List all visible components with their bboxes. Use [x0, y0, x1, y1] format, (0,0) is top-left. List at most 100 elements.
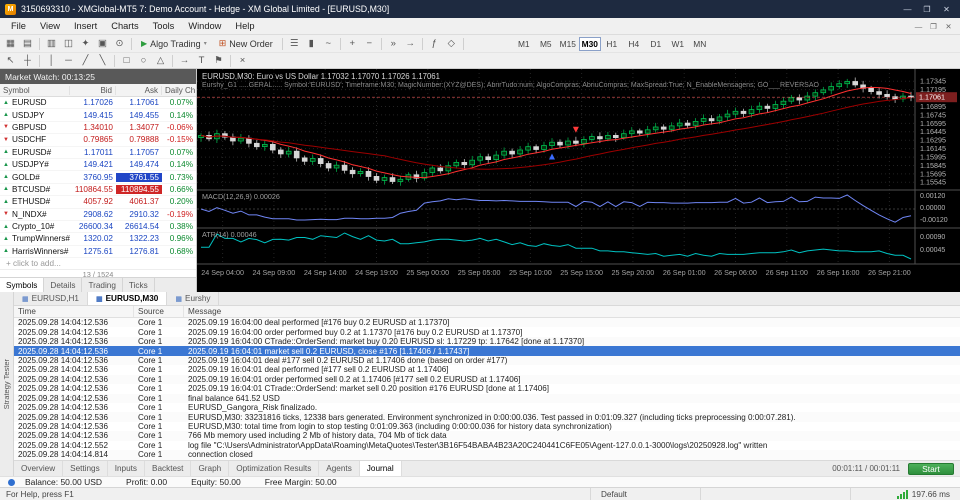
new-order-button[interactable]: ⊞ New Order: [213, 36, 279, 51]
journal-row[interactable]: 2025.09.28 14:04:12.536 Core 1 2025.09.1…: [14, 318, 960, 328]
auto-scroll-icon[interactable]: »: [385, 37, 402, 51]
timeframe-button[interactable]: D1: [645, 37, 667, 51]
objects-list-icon[interactable]: ◇: [443, 37, 460, 51]
timeframe-button[interactable]: M5: [535, 37, 557, 51]
toolbox-chart-tab[interactable]: ▦ Eurshy: [167, 292, 220, 305]
chart-shift-icon[interactable]: →: [402, 37, 419, 51]
triangle-icon[interactable]: △: [152, 54, 169, 68]
rectangle-icon[interactable]: □: [118, 54, 135, 68]
timeframe-button[interactable]: W1: [667, 37, 689, 51]
journal-row[interactable]: 2025.09.28 14:04:12.536 Core 1 766 Mb me…: [14, 431, 960, 441]
connection-status[interactable]: 197.66 ms: [850, 488, 960, 500]
market-watch-tab[interactable]: Trading: [82, 278, 123, 292]
flag-icon[interactable]: ⚑: [210, 54, 227, 68]
col-ask[interactable]: Ask: [116, 85, 162, 95]
profiles-icon[interactable]: ▤: [19, 37, 36, 51]
journal-row[interactable]: 2025.09.28 14:04:12.536 Core 1 2025.09.1…: [14, 355, 960, 366]
timeframe-button[interactable]: H4: [623, 37, 645, 51]
journal-row[interactable]: 2025.09.28 14:04:14.814 Core 1 connectio…: [14, 450, 960, 460]
toolbar-icon[interactable]: [230, 54, 231, 67]
chart-restore-button[interactable]: ❐: [926, 22, 941, 31]
toolbar-icon[interactable]: [39, 54, 40, 67]
journal-row[interactable]: 2025.09.28 14:04:12.536 Core 1 EURUSD_Ga…: [14, 403, 960, 412]
tester-bottom-tab[interactable]: Inputs: [108, 461, 146, 476]
menu-item[interactable]: Charts: [104, 21, 145, 31]
zoom-in-icon[interactable]: +: [344, 37, 361, 51]
toolbox-chart-tab[interactable]: ▦ EURUSD,H1: [14, 292, 88, 305]
toolbar-icon[interactable]: [339, 37, 341, 50]
journal-row[interactable]: 2025.09.28 14:04:12.536 Core 1 final bal…: [14, 393, 960, 403]
journal-row[interactable]: 2025.09.28 14:04:12.536 Core 1 2025.09.1…: [14, 327, 960, 337]
journal-row[interactable]: 2025.09.28 14:04:12.552 Core 1 log file …: [14, 441, 960, 450]
market-watch-toggle-icon[interactable]: ▥: [43, 37, 60, 51]
market-watch-row[interactable]: USDCHF 0.79865 0.79888 -0.15%: [0, 134, 196, 147]
price-chart[interactable]: 24 Sep 04:00 24 Sep 09:00 24 Sep 14:00 24 S…: [197, 69, 960, 292]
market-watch-row[interactable]: EURUSD 1.17026 1.17061 0.07%: [0, 97, 196, 110]
menu-item[interactable]: File: [4, 21, 33, 31]
line-chart-icon[interactable]: ~: [320, 37, 337, 51]
col-source[interactable]: Source: [134, 306, 184, 317]
vertical-line-icon[interactable]: │: [43, 54, 60, 68]
menu-item[interactable]: View: [33, 21, 67, 31]
chart-close-button[interactable]: ✕: [941, 22, 956, 31]
toolbar-icon[interactable]: [462, 37, 464, 50]
market-watch-row[interactable]: USDJPY 149.415 149.455 0.14%: [0, 109, 196, 122]
market-watch-row[interactable]: GBPUSD 1.34010 1.34077 -0.06%: [0, 122, 196, 135]
toolbox-toggle-icon[interactable]: ▣: [94, 37, 111, 51]
menu-item[interactable]: Insert: [67, 21, 104, 31]
toolbox-chart-tab[interactable]: ▦ EURUSD,M30: [87, 292, 168, 305]
tester-bottom-tab[interactable]: Backtest: [145, 461, 192, 476]
tester-bottom-tab[interactable]: Graph: [191, 461, 230, 476]
journal-row[interactable]: 2025.09.28 14:04:12.536 Core 1 2025.09.1…: [14, 374, 960, 385]
col-message[interactable]: Message: [184, 306, 960, 317]
add-symbol-row[interactable]: + click to add...: [0, 258, 196, 269]
toolbar-icon[interactable]: [281, 37, 283, 50]
arrow-object-icon[interactable]: →: [176, 54, 193, 68]
cursor-icon[interactable]: ↖: [2, 54, 19, 68]
journal-row[interactable]: 2025.09.28 14:04:12.536 Core 1 2025.09.1…: [14, 365, 960, 374]
minimize-button[interactable]: —: [899, 5, 916, 14]
trendline-icon[interactable]: ╱: [77, 54, 94, 68]
toolbar-icon[interactable]: [421, 37, 423, 50]
market-watch-tab[interactable]: Details: [44, 278, 83, 292]
navigator-icon[interactable]: ✦: [77, 37, 94, 51]
tester-bottom-tab[interactable]: Optimization Results: [229, 461, 320, 476]
timeframe-button[interactable]: H1: [601, 37, 623, 51]
toolbar-icon[interactable]: [131, 37, 132, 50]
text-object-icon[interactable]: T: [193, 54, 210, 68]
delete-objects-icon[interactable]: ×: [234, 54, 251, 68]
channel-icon[interactable]: ╲: [94, 54, 111, 68]
toolbar-icon[interactable]: [114, 54, 115, 67]
menu-item[interactable]: Help: [228, 21, 261, 31]
menu-item[interactable]: Window: [181, 21, 228, 31]
journal-row[interactable]: 2025.09.28 14:04:12.536 Core 1 2025.09.1…: [14, 384, 960, 393]
market-watch-row[interactable]: N_INDX# 2908.62 2910.32 -0.19%: [0, 209, 196, 221]
menu-item[interactable]: Tools: [146, 21, 182, 31]
market-watch-row[interactable]: HarrisWinners# 1275.61 1276.81 0.68%: [0, 246, 196, 258]
tester-bottom-tab[interactable]: Agents: [319, 461, 360, 476]
timeframe-button[interactable]: M30: [578, 36, 601, 51]
toolbar-icon[interactable]: [39, 37, 40, 50]
timeframe-button[interactable]: MN: [689, 37, 711, 51]
market-watch-row[interactable]: EURUSD# 1.17011 1.17057 0.07%: [0, 147, 196, 159]
strategy-tester-icon[interactable]: ⊙: [111, 37, 128, 51]
journal-row[interactable]: 2025.09.28 14:04:12.536 Core 1 EURUSD,M3…: [14, 422, 960, 431]
timeframe-button[interactable]: M1: [513, 37, 535, 51]
restore-button[interactable]: ❐: [918, 5, 935, 14]
ellipse-icon[interactable]: ○: [135, 54, 152, 68]
close-button[interactable]: ✕: [938, 5, 955, 14]
profile-selector[interactable]: Default: [590, 488, 700, 500]
strategy-tester-tab[interactable]: Strategy Tester: [0, 292, 14, 476]
tester-bottom-tab[interactable]: Journal: [359, 461, 402, 476]
col-daily-change[interactable]: Daily Ch...: [162, 86, 196, 95]
start-button[interactable]: Start: [908, 462, 954, 475]
toolbar-icon[interactable]: [380, 37, 382, 50]
market-watch-row[interactable]: BTCUSD# 110864.55 110894.55 0.66%: [0, 184, 196, 197]
new-chart-icon[interactable]: ▦: [2, 37, 19, 51]
col-bid[interactable]: Bid: [70, 85, 116, 95]
candlestick-icon[interactable]: ▮: [303, 37, 320, 51]
indicators-icon[interactable]: ƒ: [426, 37, 443, 51]
market-watch-row[interactable]: ETHUSD# 4057.92 4061.37 0.20%: [0, 196, 196, 209]
market-watch-tab[interactable]: Ticks: [123, 278, 155, 292]
crosshair-icon[interactable]: ┼: [19, 54, 36, 68]
